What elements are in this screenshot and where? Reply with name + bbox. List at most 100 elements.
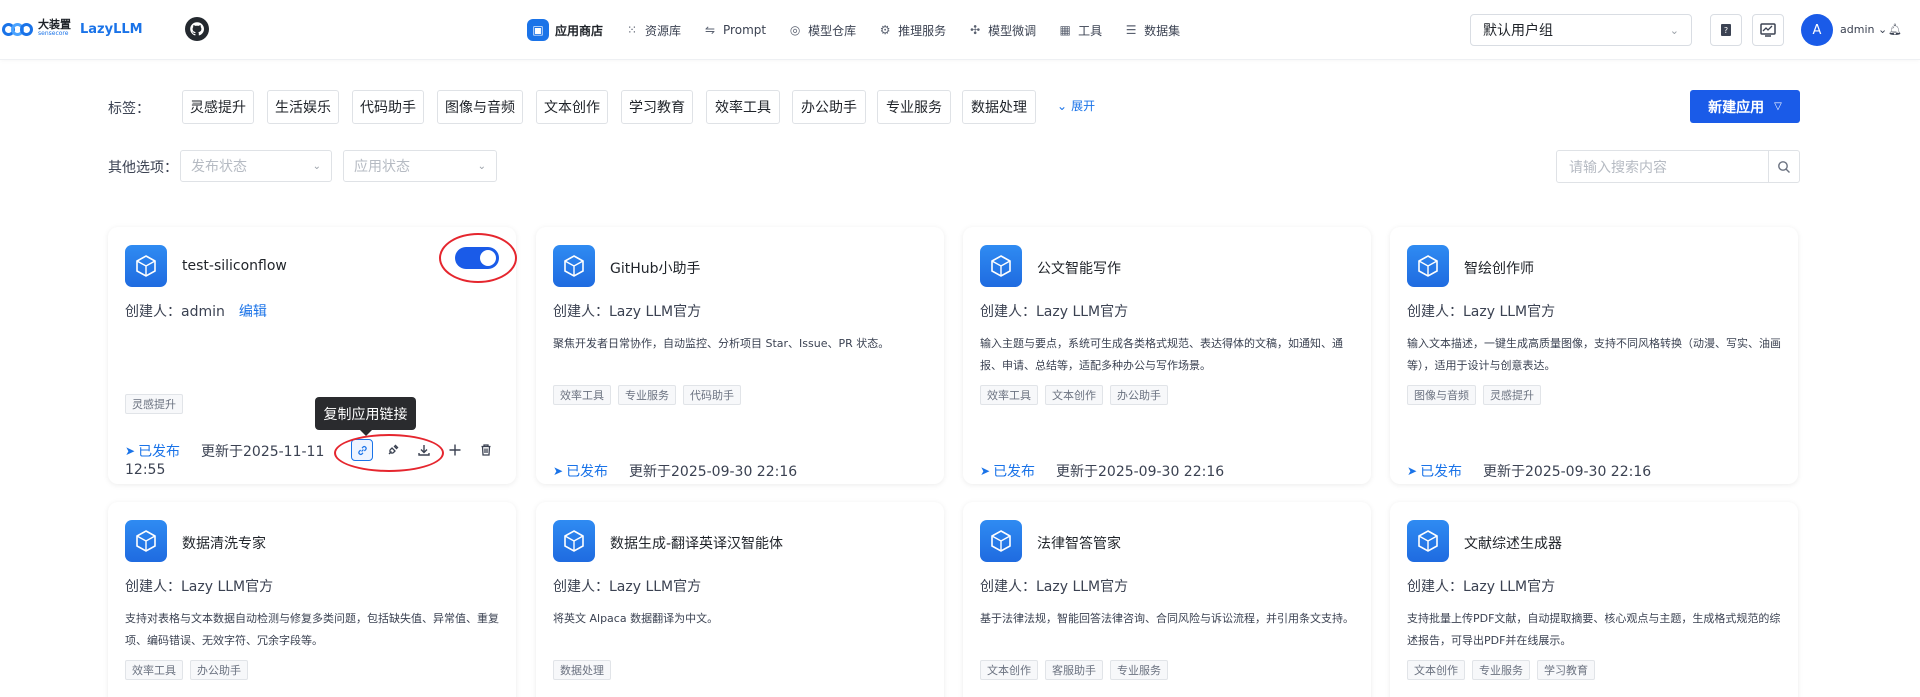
copy-link-button[interactable] bbox=[351, 439, 373, 461]
nav-inference[interactable]: ⚙ 推理服务 bbox=[869, 16, 955, 44]
monitor-button[interactable] bbox=[1752, 14, 1784, 46]
nav-finetune[interactable]: ✣ 模型微调 bbox=[959, 16, 1045, 44]
chevron-down-icon: ⌄ bbox=[312, 160, 321, 172]
brand-en: sensecore bbox=[38, 30, 69, 37]
app-creator: 创建人：Lazy LLM官方 bbox=[1407, 579, 1556, 595]
app-tag: 文本创作 bbox=[1407, 660, 1465, 680]
app-cube-icon bbox=[125, 245, 167, 287]
api-button[interactable] bbox=[382, 439, 404, 461]
nav-prompt[interactable]: ⇋ Prompt bbox=[694, 16, 775, 44]
svg-text:?: ? bbox=[1724, 26, 1728, 35]
send-icon: ➤ bbox=[1407, 464, 1418, 478]
send-icon: ➤ bbox=[553, 464, 564, 478]
publish-status: ➤ 已发布 bbox=[553, 464, 609, 480]
app-cube-icon bbox=[1407, 520, 1449, 562]
app-tag: 学习教育 bbox=[1537, 660, 1595, 680]
publish-status: ➤ 已发布 bbox=[1407, 464, 1463, 480]
user-menu[interactable]: admin ⌄ bbox=[1840, 23, 1887, 36]
app-tag: 客服助手 bbox=[1045, 660, 1103, 680]
app-card[interactable]: 公文智能写作 创建人：Lazy LLM官方 输入主题与要点，系统可生成各类格式规… bbox=[963, 227, 1371, 484]
app-card[interactable]: 数据清洗专家 创建人：Lazy LLM官方 支持对表格与文本数据自动检测与修复多… bbox=[108, 502, 516, 697]
search-button[interactable] bbox=[1768, 151, 1799, 182]
app-tag: 专业服务 bbox=[1110, 660, 1168, 680]
app-tags: 文本创作 客服助手 专业服务 bbox=[980, 660, 1175, 680]
tag-filter-data[interactable]: 数据处理 bbox=[962, 90, 1036, 124]
app-card[interactable]: 法律智答管家 创建人：Lazy LLM官方 基于法律法规，智能回答法律咨询、合同… bbox=[963, 502, 1371, 697]
publish-status-select[interactable]: 发布状态 ⌄ bbox=[180, 150, 332, 182]
brand-logo[interactable]: 大装置 sensecore LazyLLM bbox=[2, 18, 143, 40]
app-card[interactable]: 数据生成-翻译英译汉智能体 创建人：Lazy LLM官方 将英文 Alpaca … bbox=[536, 502, 944, 697]
docs-button[interactable]: ? bbox=[1710, 14, 1742, 46]
prompt-icon: ⇋ bbox=[705, 23, 716, 37]
app-card[interactable]: test-siliconflow 创建人：admin 编辑 灵感提升 ➤ 已发布 更… bbox=[108, 227, 517, 484]
app-tag: 专业服务 bbox=[618, 385, 676, 405]
search-box: 请输入搜索内容 bbox=[1556, 150, 1800, 183]
nav-resource-library[interactable]: ⁙ 资源库 bbox=[616, 16, 690, 44]
app-tags: 文本创作 专业服务 学习教育 bbox=[1407, 660, 1602, 680]
nav-tools[interactable]: ▦ 工具 bbox=[1049, 16, 1111, 44]
app-status-select[interactable]: 应用状态 ⌄ bbox=[343, 150, 497, 182]
send-icon: ➤ bbox=[125, 444, 136, 458]
finetune-icon: ✣ bbox=[970, 23, 981, 37]
search-input[interactable]: 请输入搜索内容 bbox=[1557, 151, 1768, 182]
enable-toggle[interactable] bbox=[455, 247, 499, 269]
app-tags: 效率工具 文本创作 办公助手 bbox=[980, 385, 1175, 405]
chevron-down-icon: ⌄ bbox=[1057, 98, 1068, 113]
app-title: 数据生成-翻译英译汉智能体 bbox=[610, 536, 784, 552]
app-card[interactable]: GitHub小助手 创建人：Lazy LLM官方 聚焦开发者日常协作，自动监控、… bbox=[536, 227, 944, 484]
tag-filter-lifestyle[interactable]: 生活娱乐 bbox=[267, 90, 339, 124]
tag-filter-efficiency[interactable]: 效率工具 bbox=[706, 90, 780, 124]
app-description: 聚焦开发者日常协作，自动监控、分析项目 Star、Issue、PR 状态。 bbox=[553, 337, 890, 350]
bell-icon[interactable]: 🔔︎ bbox=[1888, 23, 1902, 36]
tools-icon: ▦ bbox=[1059, 23, 1071, 37]
app-title: 智绘创作师 bbox=[1464, 261, 1534, 277]
delete-button[interactable] bbox=[475, 439, 497, 461]
nav-dataset[interactable]: ☰ 数据集 bbox=[1115, 16, 1189, 44]
app-creator: 创建人：Lazy LLM官方 bbox=[553, 304, 702, 320]
nav-app-store[interactable]: ▣ 应用商店 bbox=[521, 16, 612, 44]
publish-status: ➤ 已发布 bbox=[125, 444, 181, 460]
new-app-button[interactable]: 新建应用 ▽ bbox=[1690, 90, 1800, 123]
trash-icon bbox=[481, 444, 491, 456]
github-icon[interactable] bbox=[185, 17, 209, 41]
avatar[interactable]: A bbox=[1801, 14, 1833, 46]
tag-filter-writing[interactable]: 文本创作 bbox=[536, 90, 608, 124]
main-nav: ▣ 应用商店 ⁙ 资源库 ⇋ Prompt ◎ 模型仓库 ⚙ 推理服务 ✣ 模型微调 ▦ 工具… bbox=[521, 16, 1193, 44]
add-button[interactable] bbox=[444, 439, 466, 461]
app-tags: 图像与音频 灵感提升 bbox=[1407, 385, 1548, 405]
edit-link[interactable]: 编辑 bbox=[239, 304, 267, 320]
tag-filter-inspiration[interactable]: 灵感提升 bbox=[182, 90, 254, 124]
export-button[interactable] bbox=[413, 439, 435, 461]
brand-cn: 大装置 bbox=[38, 18, 71, 31]
app-card[interactable]: 智绘创作师 创建人：Lazy LLM官方 输入文本描述，一键生成高质量图像，支持… bbox=[1390, 227, 1798, 484]
tag-filter-education[interactable]: 学习教育 bbox=[621, 90, 693, 124]
app-creator: 创建人：Lazy LLM官方 bbox=[553, 579, 702, 595]
tag-filter-image-audio[interactable]: 图像与音频 bbox=[437, 90, 523, 124]
expand-tags-link[interactable]: ⌄ 展开 bbox=[1057, 97, 1095, 114]
app-tag: 效率工具 bbox=[553, 385, 611, 405]
app-description: 输入文本描述，一键生成高质量图像，支持不同风格转换（动漫、写实、油画等），适用于… bbox=[1407, 337, 1781, 372]
app-tags: 效率工具 专业服务 代码助手 bbox=[553, 385, 748, 405]
nav-model-repo[interactable]: ◎ 模型仓库 bbox=[779, 16, 865, 44]
user-group-select[interactable]: 默认用户组 ⌄ bbox=[1470, 14, 1692, 46]
tag-filter-code[interactable]: 代码助手 bbox=[352, 90, 424, 124]
publish-status: ➤ 已发布 bbox=[980, 464, 1036, 480]
app-description: 将英文 Alpaca 数据翻译为中文。 bbox=[553, 612, 719, 625]
app-card[interactable]: 文献综述生成器 创建人：Lazy LLM官方 支持批量上传PDF文献，自动提取摘… bbox=[1390, 502, 1798, 697]
chevron-down-icon: ⌄ bbox=[1669, 23, 1679, 37]
store-icon: ▣ bbox=[527, 19, 549, 41]
app-tag: 图像与音频 bbox=[1407, 385, 1476, 405]
app-creator: 创建人：Lazy LLM官方 bbox=[1407, 304, 1556, 320]
search-icon bbox=[1778, 160, 1790, 173]
tag-filter-professional[interactable]: 专业服务 bbox=[877, 90, 951, 124]
top-navbar: 大装置 sensecore LazyLLM ▣ 应用商店 ⁙ 资源库 ⇋ Prompt… bbox=[0, 0, 1920, 60]
app-tag: 办公助手 bbox=[190, 660, 248, 680]
app-title: test-siliconflow bbox=[182, 258, 287, 274]
tag-filter-office[interactable]: 办公助手 bbox=[792, 90, 866, 124]
grid-icon: ⁙ bbox=[626, 23, 638, 37]
app-description: 基于法律法规，智能回答法律咨询、合同风险与诉讼流程，并引用条文支持。 bbox=[980, 612, 1354, 625]
updated-time: 更新于2025-09-30 22:16 bbox=[629, 464, 798, 480]
app-tag: 文本创作 bbox=[1045, 385, 1103, 405]
app-tag: 效率工具 bbox=[125, 660, 183, 680]
send-icon: ➤ bbox=[980, 464, 991, 478]
